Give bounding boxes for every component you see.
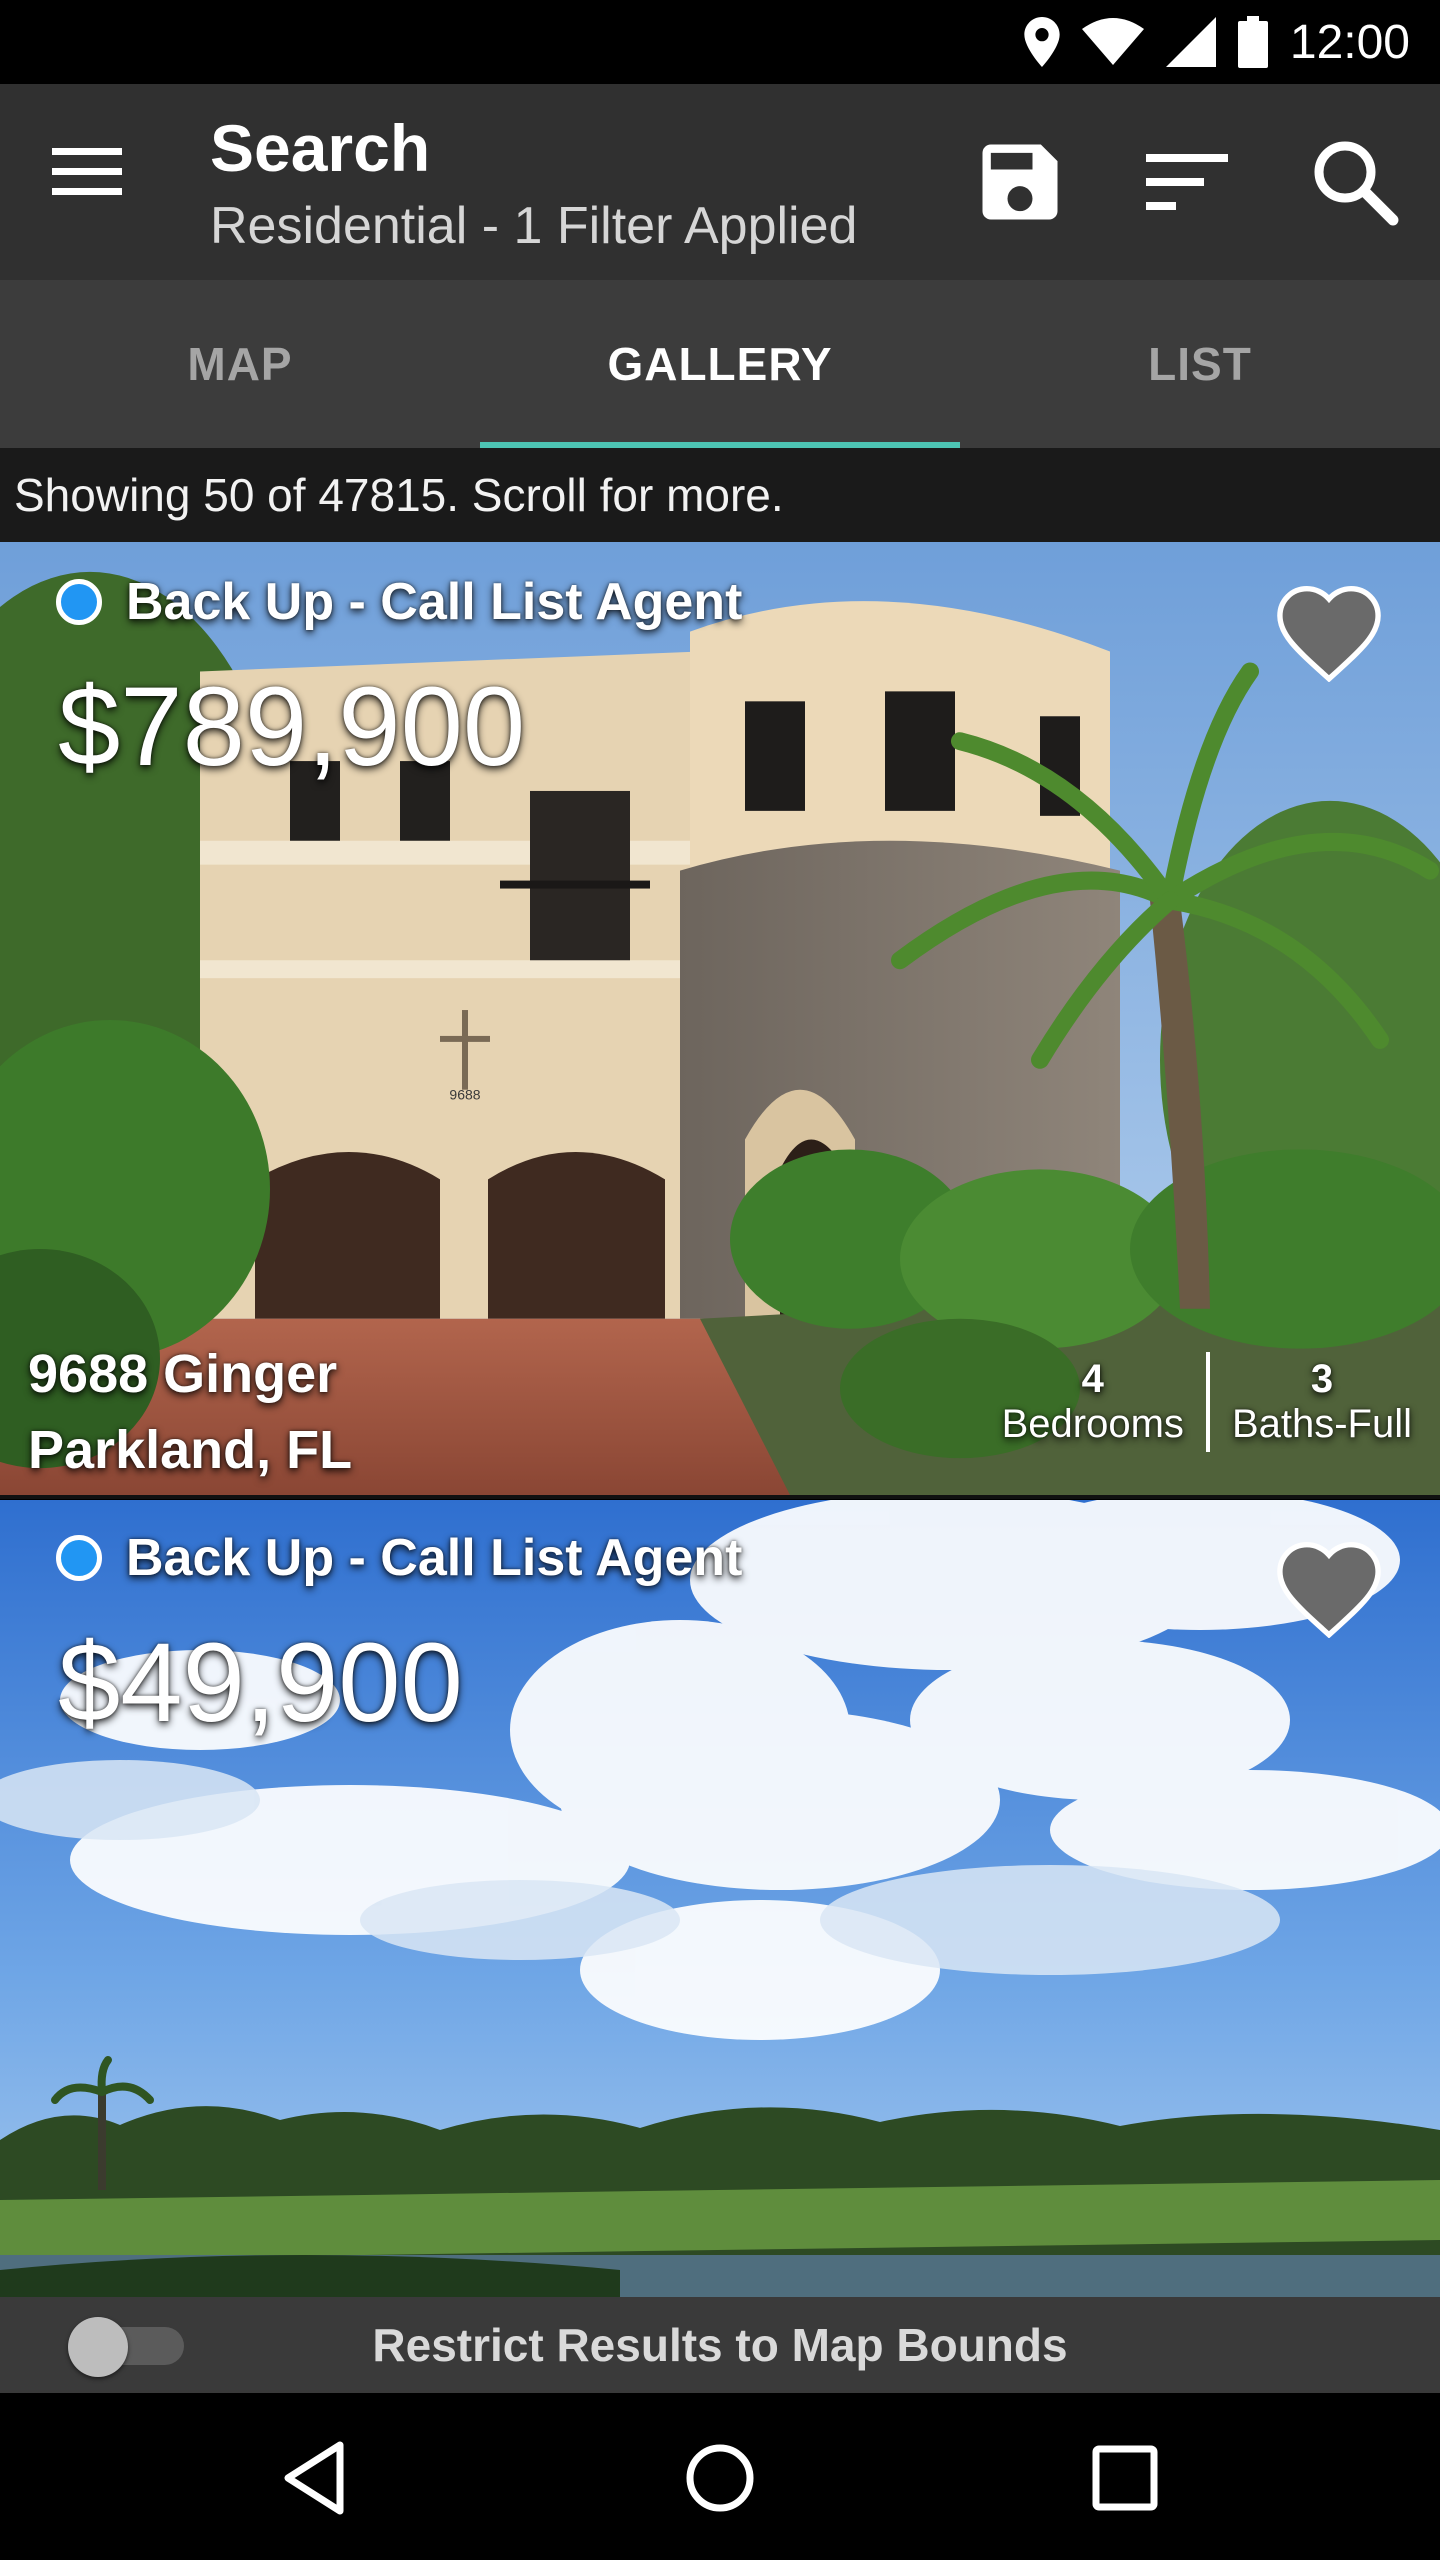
baths-count: 3 bbox=[1310, 1357, 1334, 1401]
menu-button[interactable] bbox=[52, 146, 142, 218]
sort-icon bbox=[1146, 154, 1228, 210]
battery-icon bbox=[1237, 16, 1268, 68]
status-dot bbox=[56, 1535, 102, 1581]
location-icon bbox=[1024, 17, 1060, 67]
tab-gallery[interactable]: GALLERY bbox=[480, 280, 960, 448]
save-search-button[interactable] bbox=[970, 132, 1070, 232]
system-nav-bar bbox=[0, 2393, 1440, 2560]
restrict-bar: Restrict Results to Map Bounds bbox=[0, 2297, 1440, 2393]
stat-baths: 3 Baths-Full bbox=[1232, 1357, 1412, 1447]
tab-list[interactable]: LIST bbox=[960, 280, 1440, 448]
tab-map[interactable]: MAP bbox=[0, 280, 480, 448]
toggle-thumb bbox=[68, 2317, 128, 2377]
page-subtitle: Residential - 1 Filter Applied bbox=[210, 197, 858, 255]
status-bar: 12:00 bbox=[0, 0, 1440, 84]
favorite-button[interactable] bbox=[1270, 1530, 1388, 1639]
search-button[interactable] bbox=[1305, 132, 1405, 232]
tab-bar: MAP GALLERY LIST bbox=[0, 280, 1440, 448]
heart-icon bbox=[1277, 586, 1381, 683]
svg-text:9688: 9688 bbox=[449, 1087, 480, 1103]
search-icon bbox=[1314, 141, 1399, 226]
page-title: Search bbox=[210, 111, 431, 185]
recents-icon bbox=[1092, 2445, 1158, 2511]
listing-price: $789,900 bbox=[58, 664, 526, 789]
stat-bedrooms: 4 Bedrooms bbox=[1002, 1357, 1184, 1447]
restrict-label: Restrict Results to Map Bounds bbox=[372, 2319, 1068, 2371]
bedrooms-count: 4 bbox=[1081, 1357, 1104, 1401]
menu-icon bbox=[52, 148, 122, 195]
listing-status: Back Up - Call List Agent bbox=[56, 572, 742, 632]
wifi-icon bbox=[1081, 18, 1144, 65]
restrict-toggle[interactable] bbox=[68, 2317, 186, 2377]
baths-label: Baths-Full bbox=[1231, 1402, 1412, 1446]
address-street: 9688 Ginger bbox=[28, 1344, 338, 1404]
back-button[interactable] bbox=[270, 2433, 360, 2523]
signal-icon bbox=[1165, 17, 1216, 67]
listing-address: 9688 Ginger Parkland, FL bbox=[28, 1336, 352, 1488]
home-button[interactable] bbox=[675, 2433, 765, 2523]
stat-divider bbox=[1205, 1352, 1210, 1452]
app-bar: Search Residential - 1 Filter Applied bbox=[0, 84, 1440, 280]
listing-card[interactable]: 9688 Back Up - Call List Agent $789,900 bbox=[0, 542, 1440, 1499]
listing-stats: 4 Bedrooms 3 Baths-Full bbox=[1002, 1352, 1412, 1452]
status-label: Back Up - Call List Agent bbox=[126, 573, 743, 631]
recents-button[interactable] bbox=[1080, 2433, 1170, 2523]
status-icons: 12:00 bbox=[1024, 0, 1410, 84]
save-icon bbox=[982, 144, 1058, 220]
back-icon bbox=[284, 2441, 344, 2515]
listing-price: $49,900 bbox=[58, 1620, 463, 1745]
listing-status: Back Up - Call List Agent bbox=[56, 1528, 742, 1588]
clock: 12:00 bbox=[1289, 15, 1410, 69]
home-icon bbox=[686, 2444, 754, 2512]
status-label: Back Up - Call List Agent bbox=[126, 1529, 743, 1587]
status-dot bbox=[56, 579, 102, 625]
favorite-button[interactable] bbox=[1270, 574, 1388, 683]
sort-button[interactable] bbox=[1140, 132, 1240, 232]
heart-icon bbox=[1277, 1542, 1381, 1639]
address-city: Parkland, FL bbox=[28, 1420, 353, 1480]
listing-card[interactable]: Back Up - Call List Agent $49,900 bbox=[0, 1500, 1440, 2297]
bedrooms-label: Bedrooms bbox=[1001, 1402, 1184, 1446]
results-summary: Showing 50 of 47815. Scroll for more. bbox=[0, 448, 1440, 542]
